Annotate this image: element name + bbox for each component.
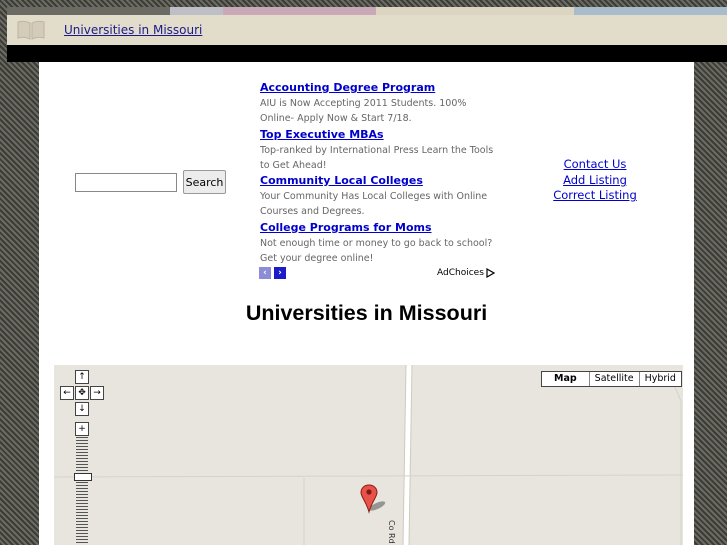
ad-title-link[interactable]: Accounting Degree Program bbox=[260, 81, 495, 95]
adchoices-triangle-icon bbox=[486, 268, 495, 278]
pan-up-button[interactable]: ↑ bbox=[75, 370, 89, 384]
pan-left-button[interactable]: ← bbox=[60, 386, 74, 400]
zoom-slider-thumb[interactable] bbox=[74, 473, 92, 481]
top-bar: Universities in Missouri bbox=[7, 15, 727, 45]
chevron-right-icon[interactable]: › bbox=[274, 267, 286, 279]
adchoices-link[interactable]: AdChoices bbox=[437, 268, 495, 278]
map-pin-icon[interactable] bbox=[360, 484, 390, 516]
ad-item: Accounting Degree Program AIU is Now Acc… bbox=[260, 81, 495, 128]
map-roads bbox=[54, 365, 683, 545]
ad-description: Not enough time or money to go back to s… bbox=[260, 237, 493, 264]
contact-us-link[interactable]: Contact Us bbox=[548, 157, 642, 173]
ad-title-link[interactable]: College Programs for Moms bbox=[260, 221, 495, 235]
search-button[interactable]: Search bbox=[183, 170, 226, 194]
black-bar bbox=[7, 45, 727, 62]
map-type-map-button[interactable]: Map bbox=[542, 372, 589, 386]
map-type-control: Map Satellite Hybrid bbox=[541, 371, 682, 387]
ad-description: Top-ranked by International Press Learn … bbox=[260, 144, 494, 171]
correct-listing-link[interactable]: Correct Listing bbox=[548, 188, 642, 204]
open-book-icon bbox=[17, 20, 45, 40]
ad-item: College Programs for Moms Not enough tim… bbox=[260, 221, 495, 268]
page-title: Universities in Missouri bbox=[245, 301, 488, 325]
ad-pagination: ‹ › bbox=[259, 267, 286, 279]
zoom-slider[interactable] bbox=[75, 437, 89, 545]
pan-right-button[interactable]: → bbox=[90, 386, 104, 400]
adchoices-label: AdChoices bbox=[437, 268, 484, 278]
ad-title-link[interactable]: Top Executive MBAs bbox=[260, 128, 495, 142]
add-listing-link[interactable]: Add Listing bbox=[548, 173, 642, 189]
ad-list: Accounting Degree Program AIU is Now Acc… bbox=[260, 81, 495, 267]
map-type-hybrid-button[interactable]: Hybrid bbox=[638, 372, 681, 386]
ad-item: Community Local Colleges Your Community … bbox=[260, 174, 495, 221]
site-title-link[interactable]: Universities in Missouri bbox=[64, 23, 202, 37]
zoom-in-button[interactable]: + bbox=[75, 422, 89, 436]
ad-item: Top Executive MBAs Top-ranked by Interna… bbox=[260, 128, 495, 175]
site-links: Contact Us Add Listing Correct Listing bbox=[548, 157, 642, 204]
ad-description: AIU is Now Accepting 2011 Students. 100%… bbox=[260, 98, 467, 124]
header-color-stripe bbox=[7, 7, 727, 15]
ad-description: Your Community Has Local Colleges with O… bbox=[260, 191, 488, 217]
pan-center-button[interactable]: ✥ bbox=[75, 386, 89, 400]
road-label: Co Rd 20 bbox=[387, 520, 396, 545]
map[interactable]: ↑ ← ✥ → ↓ + Map Satellite Hybrid Co Rd 2… bbox=[54, 365, 683, 545]
ad-title-link[interactable]: Community Local Colleges bbox=[260, 174, 495, 188]
chevron-left-icon[interactable]: ‹ bbox=[259, 267, 271, 279]
search-input[interactable] bbox=[75, 173, 177, 192]
map-type-satellite-button[interactable]: Satellite bbox=[588, 372, 639, 386]
pan-down-button[interactable]: ↓ bbox=[75, 402, 89, 416]
